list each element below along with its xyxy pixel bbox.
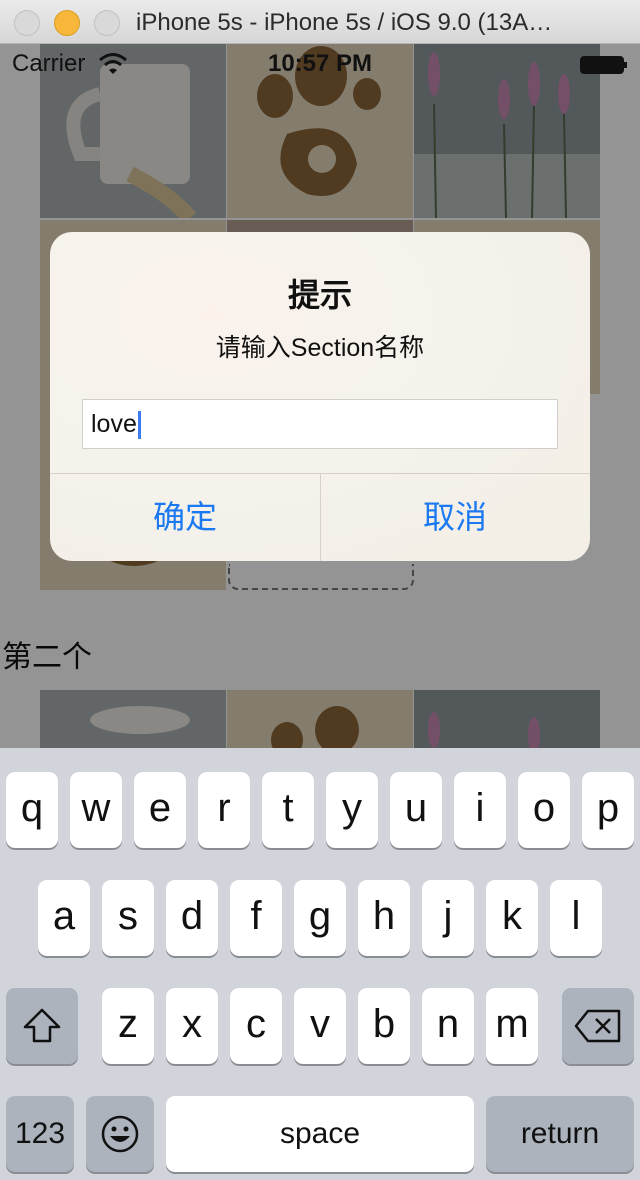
key-o[interactable]: o [518,772,570,848]
key-y[interactable]: y [326,772,378,848]
section-name-input-value: love [91,410,137,438]
section-name-input[interactable]: love [82,399,558,449]
key-f[interactable]: f [230,880,282,956]
key-g[interactable]: g [294,880,346,956]
key-u[interactable]: u [390,772,442,848]
key-k[interactable]: k [486,880,538,956]
window-zoom-button[interactable] [94,10,120,36]
text-caret [137,411,141,440]
emoji-key[interactable] [86,1096,154,1172]
key-h[interactable]: h [358,880,410,956]
battery-icon [580,56,627,74]
space-key[interactable]: space [166,1096,474,1172]
emoji-icon [101,1115,139,1153]
status-time: 10:57 PM [267,50,373,77]
key-r[interactable]: r [198,772,250,848]
key-n[interactable]: n [422,988,474,1064]
key-q[interactable]: q [6,772,58,848]
key-a[interactable]: a [38,880,90,956]
alert-title: 提示 [287,277,352,313]
cancel-button[interactable]: 取消 [320,474,590,561]
delete-icon [574,1009,621,1043]
key-j[interactable]: j [422,880,474,956]
key-v[interactable]: v [294,988,346,1064]
window-minimize-button[interactable] [54,10,80,36]
key-i[interactable]: i [454,772,506,848]
key-e[interactable]: e [134,772,186,848]
alert-message: 请输入Section名称 [215,334,425,362]
shift-key[interactable] [6,988,78,1064]
key-c[interactable]: c [230,988,282,1064]
key-w[interactable]: w [70,772,122,848]
window-title-bar: iPhone 5s - iPhone 5s / iOS 9.0 (13A… [0,0,640,44]
return-key[interactable]: return [486,1096,634,1172]
key-p[interactable]: p [582,772,634,848]
key-b[interactable]: b [358,988,410,1064]
key-l[interactable]: l [550,880,602,956]
key-m[interactable]: m [486,988,538,1064]
key-s[interactable]: s [102,880,154,956]
confirm-button[interactable]: 确定 [50,474,320,561]
delete-key[interactable] [562,988,634,1064]
key-z[interactable]: z [102,988,154,1064]
status-bar: Carrier 10:57 PM [0,44,640,84]
device-screen: 第二个 Carrier 10:57 PM 提示 请输入Section名称 lov… [0,44,640,1180]
key-x[interactable]: x [166,988,218,1064]
key-t[interactable]: t [262,772,314,848]
numbers-key[interactable]: 123 [6,1096,74,1172]
window-title: iPhone 5s - iPhone 5s / iOS 9.0 (13A… [136,9,553,36]
window-close-button[interactable] [14,10,40,36]
input-alert-dialog: 提示 请输入Section名称 love 确定 取消 [50,232,590,561]
shift-icon [23,1008,61,1043]
key-d[interactable]: d [166,880,218,956]
keyboard: q w e r t y u i o p a s d f g h j k l z … [0,748,640,1180]
